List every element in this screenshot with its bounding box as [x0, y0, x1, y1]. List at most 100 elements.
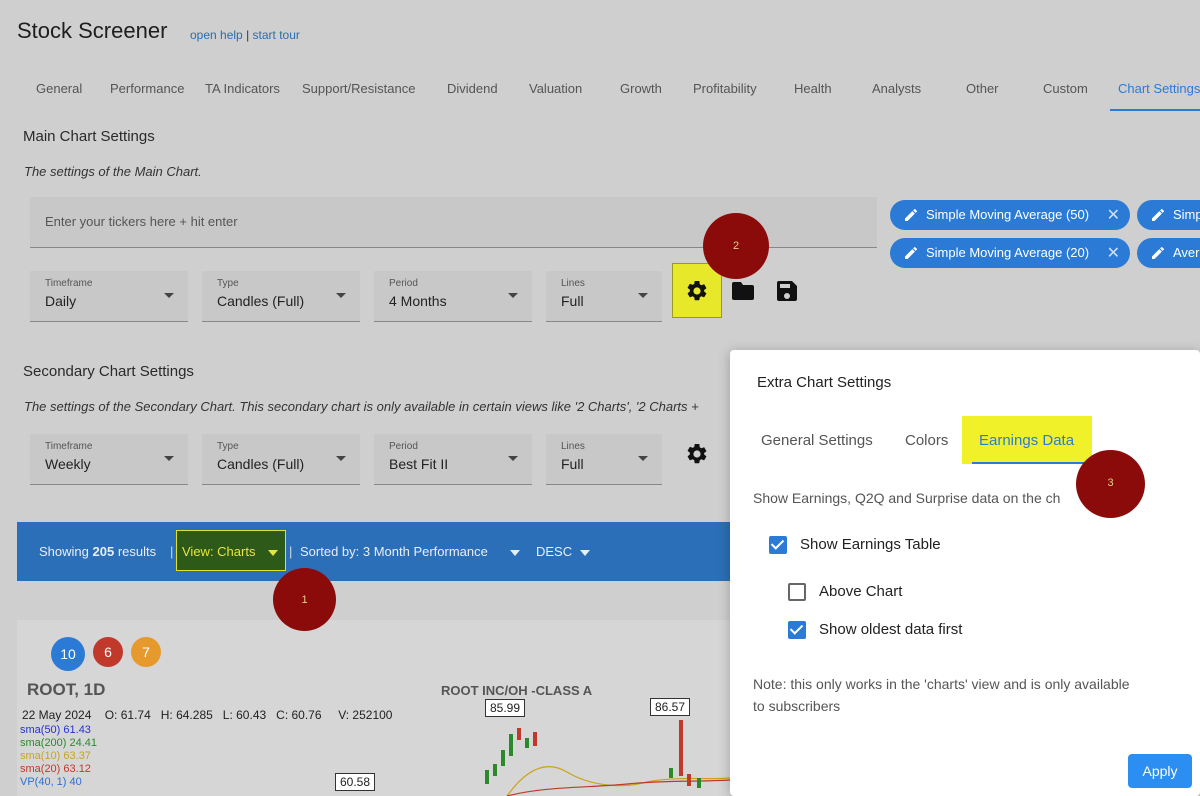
chevron-down-icon: [268, 550, 278, 556]
above-chart-label: Above Chart: [819, 583, 903, 600]
tab-general[interactable]: General: [36, 81, 82, 96]
show-oldest-first-checkbox[interactable]: [788, 621, 806, 639]
pencil-icon[interactable]: [903, 245, 919, 261]
start-tour-link[interactable]: start tour: [253, 28, 300, 42]
secondary-lines-value: Full: [561, 456, 584, 472]
chip-average-partial[interactable]: Aver: [1137, 238, 1200, 268]
secondary-timeframe-label: Timeframe: [45, 441, 93, 452]
above-chart-checkbox[interactable]: [788, 583, 806, 601]
secondary-type-select[interactable]: Type Candles (Full): [202, 434, 360, 485]
subscriber-note: Note: this only works in the 'charts' vi…: [753, 676, 1130, 714]
show-earnings-table-checkbox[interactable]: [769, 536, 787, 554]
step-marker-3: 3: [1076, 450, 1145, 518]
chip-label: Simple Moving Average (20): [926, 245, 1090, 260]
tab-chart-settings[interactable]: Chart Settings: [1118, 81, 1200, 96]
tab-colors[interactable]: Colors: [905, 432, 948, 449]
badge-blue: 10: [51, 637, 85, 671]
pencil-icon[interactable]: [1150, 207, 1166, 223]
dialog-title: Extra Chart Settings: [757, 374, 892, 391]
tab-support-resistance[interactable]: Support/Resistance: [302, 81, 415, 96]
tab-general-settings[interactable]: General Settings: [761, 432, 873, 449]
secondary-period-select[interactable]: Period Best Fit II: [374, 434, 532, 485]
main-timeframe-value: Daily: [45, 293, 77, 309]
active-tab-indicator: [972, 462, 1084, 464]
close-icon[interactable]: ✕: [1107, 205, 1120, 225]
main-chart-description: The settings of the Main Chart.: [24, 164, 202, 179]
chart-legend: sma(50) 61.43 sma(200) 24.41 sma(10) 63.…: [20, 724, 97, 789]
gear-icon[interactable]: [685, 279, 709, 303]
results-count: Showing 205 results: [39, 544, 156, 559]
results-suffix: results: [117, 544, 157, 559]
secondary-lines-select[interactable]: Lines Full: [546, 434, 662, 485]
chip-sma-50[interactable]: Simple Moving Average (50) ✕: [890, 200, 1130, 230]
extra-chart-settings-dialog: Extra Chart Settings General Settings Co…: [730, 350, 1200, 796]
pencil-icon[interactable]: [903, 207, 919, 223]
tab-custom[interactable]: Custom: [1043, 81, 1088, 96]
main-lines-value: Full: [561, 293, 584, 309]
view-charts-select[interactable]: View: Charts: [182, 544, 255, 559]
settings-tabs: General Performance TA Indicators Suppor…: [0, 78, 1200, 112]
chevron-down-icon: [164, 293, 174, 298]
chip-label: Simple Moving Average (50): [926, 207, 1090, 222]
help-links: open help | start tour: [190, 28, 300, 42]
tab-health[interactable]: Health: [794, 81, 832, 96]
pencil-icon[interactable]: [1150, 245, 1166, 261]
close-icon[interactable]: ✕: [1107, 243, 1120, 263]
results-number: 205: [92, 544, 115, 559]
badge-red: 6: [93, 637, 123, 667]
main-period-value: 4 Months: [389, 293, 447, 309]
tab-analysts[interactable]: Analysts: [872, 81, 921, 96]
tab-dividend[interactable]: Dividend: [447, 81, 498, 96]
main-lines-select[interactable]: Lines Full: [546, 271, 662, 322]
chart-card[interactable]: 10 6 7 ROOT, 1D ROOT INC/OH -CLASS A 22 …: [17, 620, 730, 796]
main-type-label: Type: [217, 278, 239, 289]
secondary-type-label: Type: [217, 441, 239, 452]
tab-growth[interactable]: Growth: [620, 81, 662, 96]
secondary-timeframe-select[interactable]: Timeframe Weekly: [30, 434, 188, 485]
main-period-select[interactable]: Period 4 Months: [374, 271, 532, 322]
app-title: Stock Screener: [17, 18, 168, 43]
chip-label: Aver: [1173, 245, 1200, 260]
order-select[interactable]: DESC: [536, 544, 572, 559]
secondary-period-value: Best Fit II: [389, 456, 449, 472]
results-prefix: Showing: [39, 544, 89, 559]
chart-company: ROOT INC/OH -CLASS A: [441, 683, 593, 698]
chevron-down-icon: [580, 550, 590, 556]
tab-other[interactable]: Other: [966, 81, 999, 96]
step-marker-2: 2: [703, 213, 769, 279]
chevron-down-icon: [164, 456, 174, 461]
apply-button[interactable]: Apply: [1128, 754, 1192, 788]
secondary-period-label: Period: [389, 441, 418, 452]
earnings-description: Show Earnings, Q2Q and Surprise data on …: [753, 490, 1061, 506]
tab-earnings-data[interactable]: Earnings Data: [979, 432, 1074, 449]
secondary-timeframe-value: Weekly: [45, 456, 91, 472]
chevron-down-icon: [510, 550, 520, 556]
open-help-link[interactable]: open help: [190, 28, 243, 42]
main-timeframe-select[interactable]: Timeframe Daily: [30, 271, 188, 322]
sort-select[interactable]: Sorted by: 3 Month Performance: [300, 544, 488, 559]
tab-profitability[interactable]: Profitability: [693, 81, 757, 96]
main-lines-label: Lines: [561, 278, 585, 289]
main-period-label: Period: [389, 278, 418, 289]
candles: [485, 720, 701, 788]
tab-ta-indicators[interactable]: TA Indicators: [205, 81, 280, 96]
legend-sma10: sma(10) 63.37: [20, 750, 91, 762]
chevron-down-icon: [638, 456, 648, 461]
main-type-select[interactable]: Type Candles (Full): [202, 271, 360, 322]
chart-ohlc: 22 May 2024 O: 61.74 H: 64.285 L: 60.43 …: [22, 708, 393, 722]
divider: |: [289, 544, 293, 559]
main-chart-heading: Main Chart Settings: [23, 128, 155, 145]
tab-performance[interactable]: Performance: [110, 81, 184, 96]
tab-valuation[interactable]: Valuation: [529, 81, 582, 96]
folder-icon[interactable]: [731, 280, 755, 302]
price-tag-high: 85.99: [485, 699, 526, 717]
chip-sma-20[interactable]: Simple Moving Average (20) ✕: [890, 238, 1130, 268]
price-tag-high-2: 86.57: [650, 698, 691, 716]
step-marker-1: 1: [273, 568, 336, 631]
secondary-chart-description: The settings of the Secondary Chart. Thi…: [24, 399, 699, 414]
gear-icon[interactable]: [685, 442, 709, 466]
chevron-down-icon: [336, 293, 346, 298]
legend-vp: VP(40, 1) 40: [20, 776, 82, 788]
chip-sma-partial-1[interactable]: Simp: [1137, 200, 1200, 230]
save-icon[interactable]: [776, 280, 798, 302]
